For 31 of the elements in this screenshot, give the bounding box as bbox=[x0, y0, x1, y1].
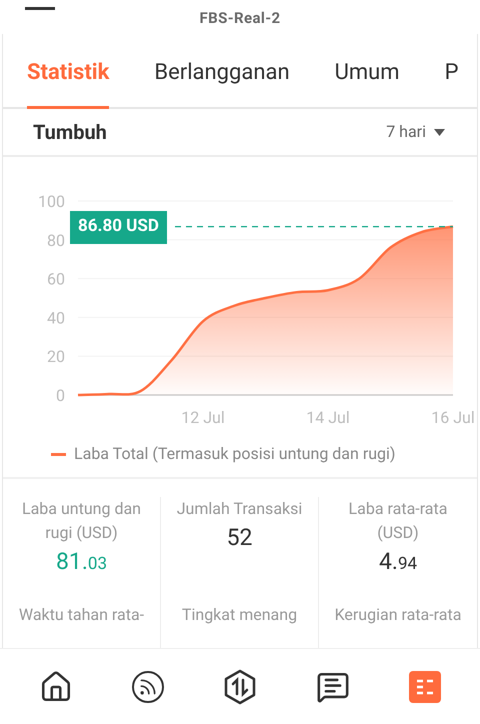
tab[interactable]: P bbox=[444, 34, 458, 109]
y-tick-label: 80 bbox=[47, 230, 65, 250]
stat-value: 4.94 bbox=[378, 547, 418, 577]
stats-tab-icon[interactable] bbox=[408, 670, 441, 702]
stat-label: Jumlah Transaksi bbox=[176, 498, 302, 520]
y-tick-label: 40 bbox=[47, 308, 65, 328]
y-tick-label: 20 bbox=[47, 347, 65, 366]
stat-value: 81.03 bbox=[56, 547, 108, 577]
y-tick-label: 100 bbox=[38, 192, 65, 211]
stat-value: 52 bbox=[226, 523, 252, 553]
feed-icon[interactable] bbox=[132, 670, 164, 702]
tab[interactable]: Berlangganan bbox=[154, 34, 290, 109]
y-tick-label: 0 bbox=[56, 386, 65, 405]
stat-label: Waktu tahan rata- bbox=[18, 604, 144, 626]
stat-label: Kerugian rata-rata bbox=[334, 604, 462, 626]
y-tick-label: 60 bbox=[47, 270, 65, 289]
x-tick-label: 12 Jul bbox=[181, 408, 225, 427]
stat-label: Laba rata-rata (USD) bbox=[348, 498, 448, 544]
x-tick-label: 14 Jul bbox=[306, 408, 350, 427]
period-dropdown[interactable]: 7 hari bbox=[386, 120, 445, 144]
stat-label: Laba untung dan rugi (USD) bbox=[20, 498, 142, 544]
caret-down-icon bbox=[434, 128, 445, 136]
x-tick-label: 16 Jul bbox=[431, 408, 475, 427]
legend-label: Laba Total (Termasuk posisi untung dan rugi) bbox=[74, 443, 396, 465]
legend-swatch bbox=[51, 452, 66, 456]
trade-icon[interactable] bbox=[222, 668, 257, 704]
value-label: 86.80 USD bbox=[70, 210, 167, 244]
stat-label: Tingkat menang bbox=[182, 604, 298, 626]
tab[interactable]: Umum bbox=[334, 34, 400, 109]
window-title: FBS-Real-2 bbox=[200, 8, 280, 29]
section-title: Tumbuh bbox=[33, 119, 107, 146]
